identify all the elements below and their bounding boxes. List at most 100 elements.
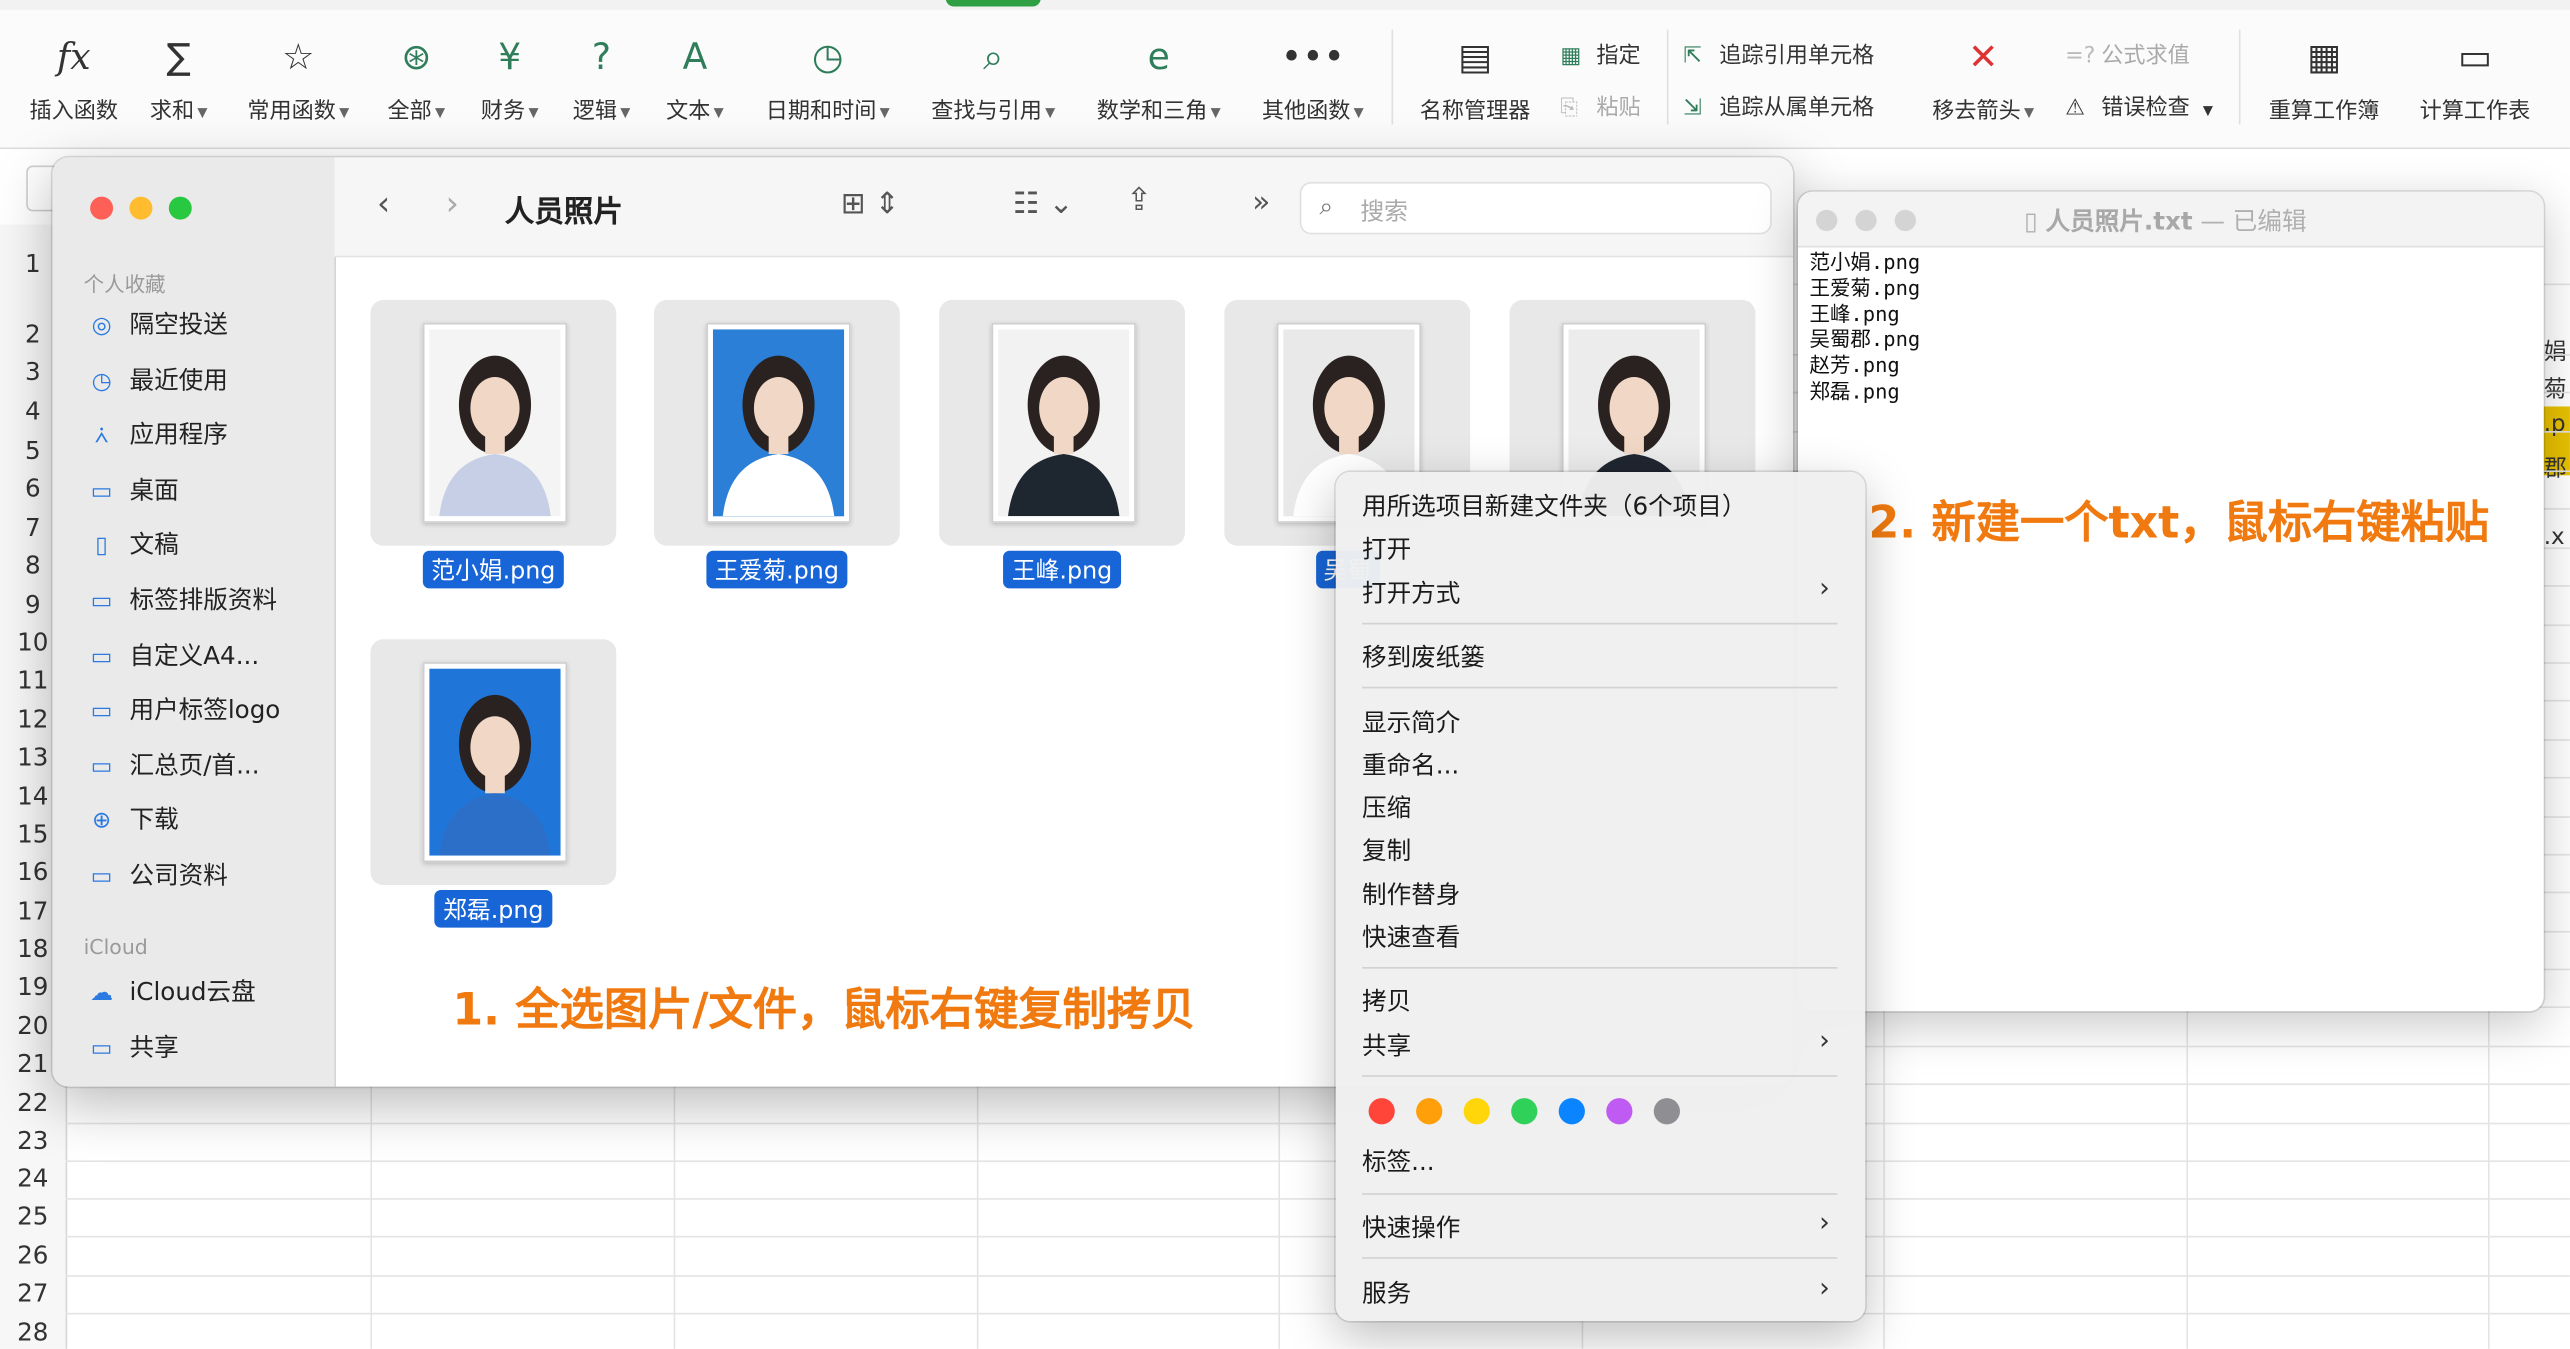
sidebar-item[interactable]: ⊕ 下载 [84,802,179,836]
ribbon-separator [1391,29,1394,125]
menu-tags[interactable]: 标签... [1362,1144,1435,1178]
sidebar-item-label: 桌面 [129,474,179,505]
menu-quick-actions[interactable]: 快速操作 [1362,1210,1460,1244]
menu-get-info[interactable]: 显示简介 [1362,705,1460,739]
logic-button[interactable]: ? 逻辑 ▼ [562,33,641,125]
cell-text[interactable]: .p [2544,411,2566,437]
all-functions-button[interactable]: ⊛ 全部 ▼ [377,33,456,125]
active-tab-indicator[interactable] [945,0,1041,7]
table-icon: ▦ [1560,42,1582,69]
row-number[interactable]: 27 [0,1278,66,1308]
menu-move-to-trash[interactable]: 移到废纸篓 [1362,639,1485,673]
grid-row-line [65,1312,2570,1315]
row-number[interactable]: 28 [0,1318,66,1348]
row-number[interactable]: 22 [0,1088,66,1118]
search-field[interactable]: ⌕ 搜索 [1299,181,1772,235]
share-icon[interactable]: ⇪ [1126,182,1152,218]
recalc-workbook-button[interactable]: ▦ 重算工作簿 [2259,33,2390,125]
forward-chevron-icon[interactable]: › [446,184,459,223]
row-number[interactable]: 26 [0,1241,66,1271]
formula-evaluate-button[interactable]: =? 公式求值 [2065,36,2190,69]
menu-make-alias[interactable]: 制作替身 [1362,877,1460,911]
text-functions-button[interactable]: A 文本 ▼ [656,33,735,125]
minimize-window-button[interactable] [1855,209,1877,232]
sidebar-item[interactable]: ▭ 桌面 [84,472,179,506]
minimize-window-button[interactable] [129,196,153,220]
tag-color-dot[interactable] [1653,1098,1680,1125]
finance-button[interactable]: ¥ 财务 ▼ [470,33,549,125]
zoom-window-button[interactable] [1894,209,1916,232]
error-check-button[interactable]: ⚠ 错误检查 ▼ [2065,89,2213,121]
apps-icon: ⩑ [94,423,109,450]
tag-color-dot[interactable] [1606,1098,1633,1125]
sidebar-item[interactable]: ☁ iCloud云盘 [84,974,256,1008]
menu-separator [1362,686,1838,689]
common-functions-button[interactable]: ☆ 常用函数 ▼ [236,33,361,125]
close-window-button[interactable] [90,196,114,220]
cell-text[interactable]: 郡 [2544,451,2567,484]
sidebar-item[interactable]: ▭ 公司资料 [84,857,228,891]
remove-arrows-button[interactable]: ✕ 移去箭头 ▼ [1921,33,2046,125]
menu-services[interactable]: 服务 [1362,1275,1411,1309]
calc-sheet-button[interactable]: ▭ 计算工作表 [2409,33,2540,125]
tag-color-dot[interactable] [1558,1098,1585,1125]
sidebar-item[interactable]: ▭ 用户标签logo [84,692,281,726]
other-functions-label: 其他函数 ▼ [1261,98,1364,125]
menu-share[interactable]: 共享 [1362,1028,1411,1062]
sidebar-item[interactable]: ⩑ 应用程序 [84,417,228,451]
sidebar-item[interactable]: ◷ 最近使用 [84,362,228,396]
zoom-window-button[interactable] [168,196,192,220]
trace-dependents-button[interactable]: ⇲ 追踪从属单元格 [1683,89,1874,121]
menu-open[interactable]: 打开 [1362,531,1411,565]
sum-button[interactable]: ∑ 求和 ▼ [141,33,216,125]
assign-button[interactable]: ▦ 指定 [1560,36,1640,69]
row-number[interactable]: 25 [0,1201,66,1231]
sidebar-item-label: 汇总页/首... [129,750,260,780]
close-window-button[interactable] [1816,209,1838,232]
sidebar-item[interactable]: ▭ 标签排版资料 [84,582,277,616]
photo-thumbnail [422,662,568,863]
menu-open-with[interactable]: 打开方式 [1362,575,1460,609]
sidebar-item-label: 文稿 [129,530,179,560]
menu-rename[interactable]: 重命名... [1362,747,1459,781]
name-manager-label: 名称管理器 [1419,98,1531,125]
cell-text[interactable]: 菊 [2544,372,2567,405]
file-name[interactable]: 王峰.png [1003,550,1121,589]
sidebar-item[interactable]: ▯ 文稿 [84,527,179,561]
trace-precedents-button[interactable]: ⇱ 追踪引用单元格 [1683,36,1874,69]
datetime-button[interactable]: ◷ 日期和时间 ▼ [754,33,902,125]
menu-copy[interactable]: 拷贝 [1362,983,1411,1017]
row-number[interactable]: 24 [0,1164,66,1194]
lookup-button[interactable]: ⌕ 查找与引用 ▼ [919,33,1067,125]
tag-color-dot[interactable] [1416,1098,1443,1125]
tag-color-dot[interactable] [1511,1098,1538,1125]
menu-compress[interactable]: 压缩 [1362,790,1411,824]
paste-icon: ⎘ [1560,95,1579,122]
group-by-icon[interactable]: ☷ ⌄ [1013,187,1074,221]
file-name[interactable]: 范小娟.png [423,550,564,589]
row-number[interactable]: 23 [0,1126,66,1156]
editor-text-area[interactable]: 范小娟.png 王爱菊.png 王峰.png 吴蜀郡.png 赵芳.png 郑磊.png [1809,249,1920,404]
back-chevron-icon[interactable]: ‹ [377,184,390,223]
sidebar-item[interactable]: ◎ 隔空投送 [84,306,228,340]
menu-quick-look[interactable]: 快速查看 [1362,919,1460,953]
name-manager-button[interactable]: ▤ 名称管理器 [1413,33,1538,125]
menu-duplicate[interactable]: 复制 [1362,833,1411,867]
menu-new-folder-with-selection[interactable]: 用所选项目新建文件夹（6个项目） [1362,488,1746,522]
icon-view-icon[interactable]: ⊞ ⇕ [841,187,900,221]
other-functions-button[interactable]: ••• 其他函数 ▼ [1251,33,1376,125]
insert-function-button[interactable]: fx 插入函数 [23,33,125,125]
file-name[interactable]: 郑磊.png [434,889,552,928]
cell-text[interactable]: 娟 [2544,334,2567,367]
logic-label: 逻辑 ▼ [572,98,631,125]
tag-color-dot[interactable] [1463,1098,1490,1125]
math-button[interactable]: e 数学和三角 ▼ [1085,33,1233,125]
finder-toolbar: ‹ › 人员照片 ⊞ ⇕ ☷ ⌄ ⇪ » ⌕ 搜索 [334,157,1794,258]
sidebar-item[interactable]: ▭ 汇总页/首... [84,747,260,781]
more-toolbar-icon[interactable]: » [1252,185,1270,219]
tag-color-dot[interactable] [1368,1098,1395,1125]
paste-button[interactable]: ⎘ 粘贴 [1560,89,1640,122]
file-name[interactable]: 王爱菊.png [706,550,848,589]
sidebar-item[interactable]: ▭ 自定义A4... [84,637,259,671]
sidebar-item[interactable]: ▭ 共享 [84,1029,179,1063]
